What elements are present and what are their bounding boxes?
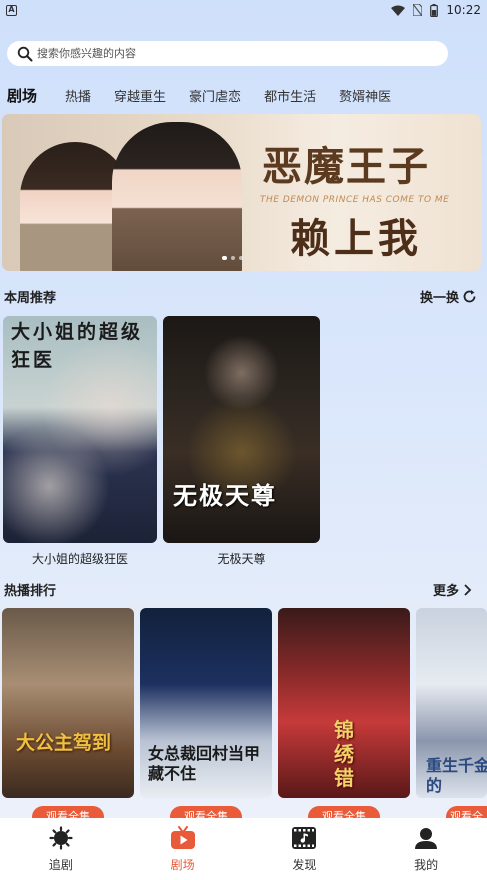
banner-dot <box>239 256 243 260</box>
nav-profile-label: 我的 <box>414 858 439 872</box>
tab-son-in-law[interactable]: 赘婿神医 <box>339 86 391 105</box>
tab-romance[interactable]: 豪门虐恋 <box>189 86 241 105</box>
chevron-right-icon <box>464 583 472 596</box>
nav-discover[interactable]: 发现 <box>264 826 344 873</box>
category-tabs: 剧场 热播 穿越重生 豪门虐恋 都市生活 赘婿神医 <box>7 84 414 106</box>
banner-dot-active <box>222 256 227 260</box>
nav-discover-label: 发现 <box>292 858 317 872</box>
banner-title-line1: 恶魔王子 <box>262 143 430 190</box>
hot-section-title: 热播排行 <box>4 584 57 599</box>
weekly-caption-2: 无极天尊 <box>217 552 266 566</box>
banner-dot <box>231 256 235 260</box>
banner-pagination <box>222 256 243 260</box>
more-label: 更多 <box>433 584 460 599</box>
weekly-section-title: 本周推荐 <box>4 291 57 306</box>
wifi-icon <box>391 5 406 16</box>
battery-icon <box>430 3 439 17</box>
hot-poster-3[interactable]: 锦绣错 <box>278 608 410 798</box>
banner-title-line2: 赖上我 <box>290 215 422 262</box>
tab-theater[interactable]: 剧场 <box>7 85 37 106</box>
theater-icon <box>170 826 195 849</box>
hot-poster-4-title: 重生千金的 <box>426 756 487 795</box>
refresh-icon <box>463 290 476 303</box>
weekly-poster-1[interactable]: 大小姐的超级狂医 <box>3 316 157 543</box>
nav-theater[interactable]: 剧场 <box>143 826 223 873</box>
follow-icon <box>49 826 73 850</box>
shuffle-button[interactable]: 换一换 <box>420 287 477 306</box>
hot-poster-3-title: 锦绣错 <box>334 718 354 790</box>
clock: 10:22 <box>446 3 481 17</box>
hot-poster-1[interactable]: 大公主驾到 <box>2 608 134 798</box>
hot-poster-2[interactable]: 女总裁回村当甲藏不住 <box>140 608 272 798</box>
more-button[interactable]: 更多 <box>433 580 472 599</box>
bottom-navigation: 追剧 剧场 发现 我的 <box>0 818 487 880</box>
hot-poster-1-title: 大公主驾到 <box>16 732 112 754</box>
hot-poster-4[interactable]: 重生千金的 <box>416 608 487 798</box>
tab-hot[interactable]: 热播 <box>65 86 91 105</box>
shuffle-label: 换一换 <box>420 291 460 306</box>
nav-follow-label: 追剧 <box>48 858 73 872</box>
no-sim-icon <box>413 4 423 16</box>
hot-poster-2-title: 女总裁回村当甲藏不住 <box>148 744 261 783</box>
tab-time-travel[interactable]: 穿越重生 <box>114 86 166 105</box>
poster-2-title: 无极天尊 <box>173 481 277 510</box>
banner-subtitle: THE DEMON PRINCE HAS COME TO ME <box>260 195 450 205</box>
notification-a-icon: A <box>6 4 17 16</box>
search-bar[interactable] <box>7 41 448 66</box>
search-icon <box>17 46 33 61</box>
nav-follow[interactable]: 追剧 <box>21 826 101 873</box>
tab-urban[interactable]: 都市生活 <box>264 86 316 105</box>
banner-actor-image <box>112 122 242 271</box>
nav-profile[interactable]: 我的 <box>386 826 466 873</box>
poster-1-title: 大小姐的超级狂医 <box>11 321 144 371</box>
discover-icon <box>292 827 317 849</box>
profile-icon <box>415 828 438 849</box>
weekly-poster-2[interactable]: 无极天尊 <box>163 316 320 543</box>
nav-theater-label: 剧场 <box>170 858 195 872</box>
search-input[interactable] <box>37 47 417 60</box>
status-bar: A 10:22 <box>0 0 487 20</box>
weekly-caption-1: 大小姐的超级狂医 <box>31 552 128 566</box>
